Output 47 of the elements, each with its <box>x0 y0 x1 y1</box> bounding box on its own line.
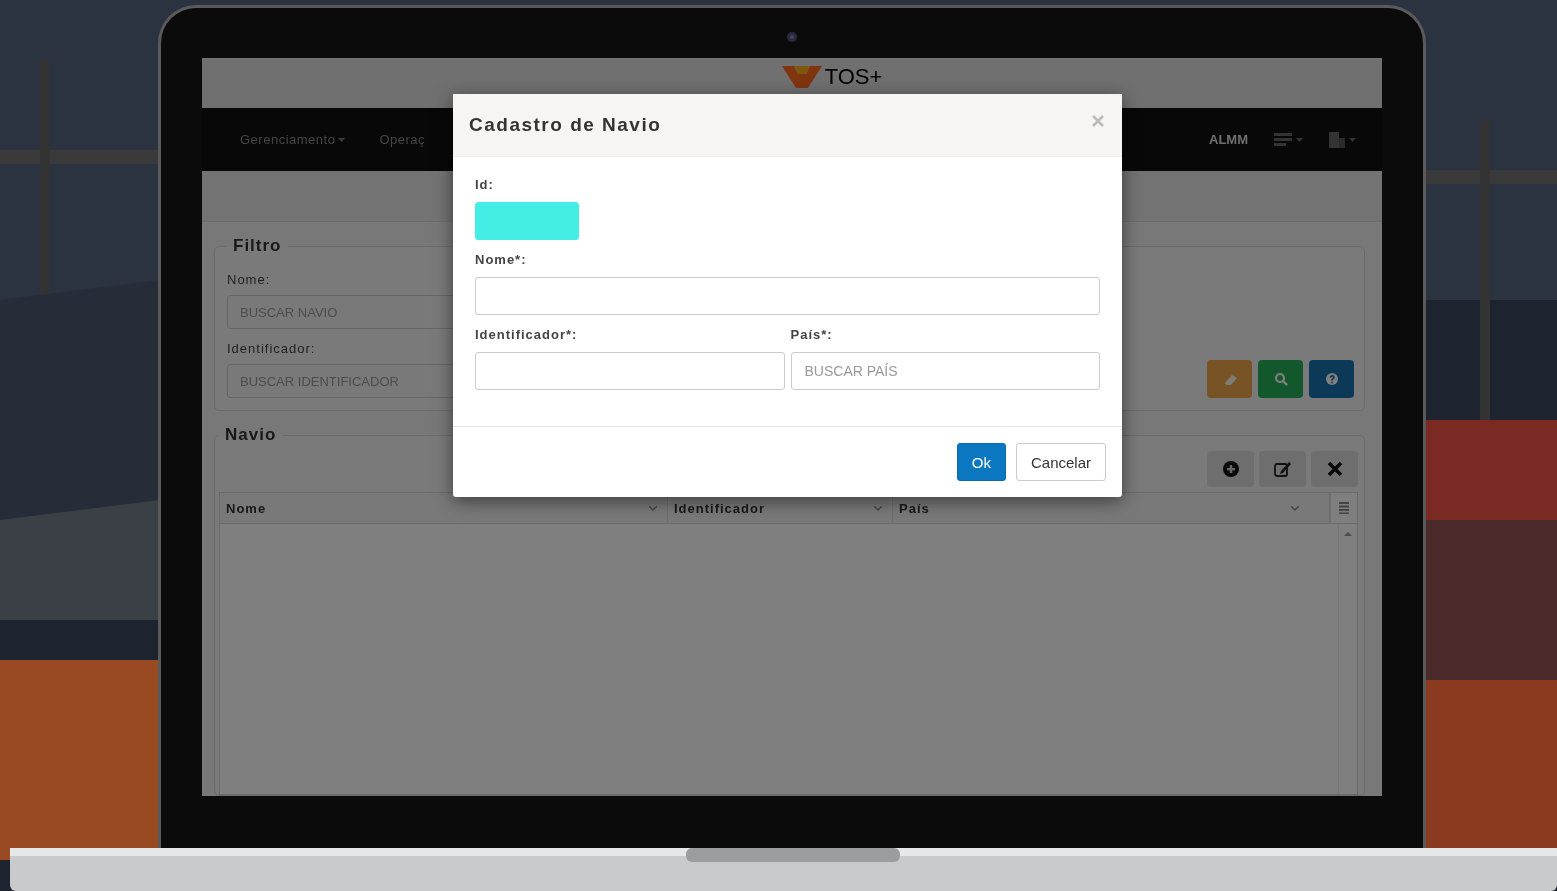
list-icon <box>1274 133 1292 146</box>
menu-dropdown[interactable] <box>1329 131 1356 148</box>
camera-icon <box>787 32 797 42</box>
field-label: Id: <box>475 177 495 192</box>
chevron-down-icon <box>649 505 657 511</box>
nav-menu-item[interactable]: Gerenciamento <box>240 132 346 147</box>
edit-button[interactable] <box>1259 451 1306 487</box>
panel-title: Navio <box>224 425 278 445</box>
logo-icon <box>781 66 822 88</box>
input-field[interactable] <box>475 352 785 390</box>
clear-button[interactable] <box>1207 360 1252 398</box>
close-icon <box>1325 460 1344 478</box>
field-label: Nome: <box>227 272 272 287</box>
plus-circle-icon <box>1221 460 1240 478</box>
caret-icon <box>1296 137 1303 142</box>
input-field[interactable] <box>475 202 579 240</box>
menu-dropdown[interactable] <box>1274 133 1303 146</box>
help-button[interactable] <box>1309 360 1354 398</box>
panel-title: Filtro <box>232 236 283 256</box>
input-field[interactable]: BUSCAR PAÍS <box>790 352 1100 390</box>
field-label: Identificador: <box>227 341 317 356</box>
nav-menu-item[interactable]: Operaç <box>379 132 426 147</box>
chevron-down-icon <box>1291 505 1299 511</box>
search-icon <box>1273 372 1288 386</box>
field-label: Nome*: <box>475 252 528 267</box>
field-label: País*: <box>790 327 834 342</box>
help-icon <box>1324 372 1339 386</box>
cancel-button[interactable]: Cancelar <box>1015 443 1106 481</box>
add-button[interactable] <box>1207 451 1254 487</box>
ok-button[interactable]: Ok <box>956 443 1006 481</box>
page-icon <box>1329 131 1345 148</box>
logo-text: TOS+ <box>824 66 883 88</box>
scroll-up-icon[interactable] <box>1344 532 1352 536</box>
input-field[interactable] <box>475 277 1100 315</box>
close-icon <box>1092 115 1104 127</box>
column-menu-button[interactable] <box>1330 493 1357 523</box>
menu-icon <box>1339 502 1349 514</box>
chevron-down-icon <box>874 505 882 511</box>
close-button[interactable] <box>1092 115 1104 127</box>
eraser-icon <box>1222 372 1237 386</box>
caret-icon <box>1349 137 1356 142</box>
user-name[interactable]: ALMM <box>1209 132 1248 147</box>
field-label: Identificador*: <box>475 327 579 342</box>
search-button[interactable] <box>1258 360 1303 398</box>
delete-button[interactable] <box>1311 451 1358 487</box>
edit-icon <box>1273 460 1292 478</box>
dialog-title: Cadastro de Navio <box>469 114 662 136</box>
